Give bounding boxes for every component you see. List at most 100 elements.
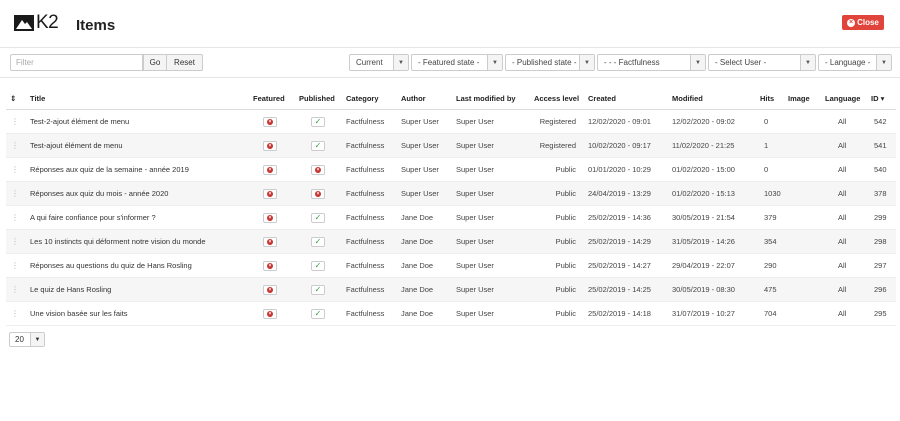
- item-access-level: Public: [555, 213, 576, 222]
- item-modified: 31/05/2019 - 14:26: [672, 237, 735, 246]
- published-toggle[interactable]: ✓: [311, 308, 325, 319]
- featured-toggle[interactable]: ×: [263, 236, 277, 247]
- featured-toggle[interactable]: ×: [263, 140, 277, 151]
- published-toggle[interactable]: ✓: [311, 116, 325, 127]
- item-last-modified-by: Super User: [456, 189, 494, 198]
- column-hits[interactable]: Hits: [760, 88, 774, 109]
- item-category: Factfulness: [346, 237, 385, 246]
- state-select[interactable]: Current ▼: [349, 54, 409, 71]
- item-access-level: Public: [555, 285, 576, 294]
- item-title[interactable]: Le quiz de Hans Rosling: [30, 278, 111, 301]
- drag-handle-icon[interactable]: ⋮: [11, 134, 19, 157]
- category-select-value: - - - Factfulness: [604, 58, 660, 67]
- item-language: All: [838, 261, 847, 270]
- published-state-select[interactable]: - Published state - ▼: [505, 54, 595, 71]
- item-title[interactable]: Les 10 instincts qui déforment notre vis…: [30, 230, 206, 253]
- filter-toolbar: Go Reset Current ▼ - Featured state - ▼ …: [0, 50, 900, 78]
- drag-handle-icon[interactable]: ⋮: [11, 230, 19, 253]
- item-modified: 01/02/2020 - 15:00: [672, 165, 735, 174]
- column-featured[interactable]: Featured: [253, 88, 285, 109]
- column-image[interactable]: Image: [788, 88, 810, 109]
- user-select[interactable]: - Select User - ▼: [708, 54, 816, 71]
- item-title[interactable]: A qui faire confiance pour s'informer ?: [30, 206, 156, 229]
- featured-toggle[interactable]: ×: [263, 116, 277, 127]
- column-modified[interactable]: Modified: [672, 88, 703, 109]
- column-title[interactable]: Title: [30, 88, 45, 109]
- item-author: Jane Doe: [401, 237, 434, 246]
- item-language: All: [838, 141, 847, 150]
- column-id[interactable]: ID ▾: [871, 88, 884, 109]
- check-icon: ✓: [314, 212, 322, 222]
- item-access-level: Registered: [539, 141, 576, 150]
- featured-state-select[interactable]: - Featured state - ▼: [411, 54, 503, 71]
- published-toggle[interactable]: ✓: [311, 236, 325, 247]
- item-title[interactable]: Test-2-ajout élément de menu: [30, 110, 129, 133]
- item-id: 295: [874, 309, 887, 318]
- item-access-level: Public: [555, 189, 576, 198]
- featured-toggle[interactable]: ×: [263, 188, 277, 199]
- go-button[interactable]: Go: [143, 54, 167, 71]
- table-row: ⋮ A qui faire confiance pour s'informer ?…: [6, 206, 896, 230]
- featured-toggle[interactable]: ×: [263, 308, 277, 319]
- category-select[interactable]: - - - Factfulness ▼: [597, 54, 706, 71]
- check-icon: ✓: [314, 236, 322, 246]
- item-language: All: [838, 117, 847, 126]
- close-icon: ×: [847, 18, 856, 27]
- item-category: Factfulness: [346, 141, 385, 150]
- column-language[interactable]: Language: [825, 88, 860, 109]
- item-access-level: Public: [555, 165, 576, 174]
- cross-circle-icon: ×: [315, 166, 321, 173]
- published-toggle[interactable]: ×: [311, 188, 325, 199]
- featured-toggle[interactable]: ×: [263, 212, 277, 223]
- state-select-value: Current: [356, 58, 383, 67]
- drag-handle-icon[interactable]: ⋮: [11, 158, 19, 181]
- drag-handle-icon[interactable]: ⋮: [11, 302, 19, 325]
- ordering-sort-icon[interactable]: ⇕: [10, 88, 16, 109]
- drag-handle-icon[interactable]: ⋮: [11, 110, 19, 133]
- item-category: Factfulness: [346, 261, 385, 270]
- drag-handle-icon[interactable]: ⋮: [11, 254, 19, 277]
- item-last-modified-by: Super User: [456, 141, 494, 150]
- cross-circle-icon: ×: [267, 214, 273, 221]
- drag-handle-icon[interactable]: ⋮: [11, 182, 19, 205]
- list-limit-select[interactable]: 20 ▼: [9, 332, 45, 347]
- item-title[interactable]: Réponses aux quiz de la semaine - année …: [30, 158, 189, 181]
- column-last-modified-by[interactable]: Last modified by: [456, 88, 516, 109]
- column-created[interactable]: Created: [588, 88, 616, 109]
- item-title[interactable]: Réponses aux quiz du mois - année 2020: [30, 182, 168, 205]
- column-published[interactable]: Published: [299, 88, 335, 109]
- item-author: Jane Doe: [401, 309, 434, 318]
- published-toggle[interactable]: ×: [311, 164, 325, 175]
- published-toggle[interactable]: ✓: [311, 260, 325, 271]
- featured-toggle[interactable]: ×: [263, 260, 277, 271]
- published-toggle[interactable]: ✓: [311, 212, 325, 223]
- item-last-modified-by: Super User: [456, 309, 494, 318]
- logo-text: K2: [36, 12, 59, 33]
- column-access-level[interactable]: Access level: [534, 88, 579, 109]
- item-last-modified-by: Super User: [456, 213, 494, 222]
- published-toggle[interactable]: ✓: [311, 140, 325, 151]
- table-header: ⇕ Title Featured Published Category Auth…: [6, 88, 896, 110]
- chevron-down-icon: ▼: [690, 55, 705, 70]
- featured-toggle[interactable]: ×: [263, 284, 277, 295]
- chevron-down-icon: ▼: [579, 55, 594, 70]
- drag-handle-icon[interactable]: ⋮: [11, 206, 19, 229]
- published-toggle[interactable]: ✓: [311, 284, 325, 295]
- cross-circle-icon: ×: [267, 142, 273, 149]
- cross-circle-icon: ×: [267, 166, 273, 173]
- chevron-down-icon: ▼: [30, 333, 44, 346]
- item-title[interactable]: Réponses au questions du quiz de Hans Ro…: [30, 254, 192, 277]
- reset-button[interactable]: Reset: [166, 54, 203, 71]
- item-language: All: [838, 237, 847, 246]
- column-author[interactable]: Author: [401, 88, 426, 109]
- language-select[interactable]: - Language - ▼: [818, 54, 892, 71]
- item-access-level: Public: [555, 309, 576, 318]
- item-title[interactable]: Une vision basée sur les faits: [30, 302, 128, 325]
- item-title[interactable]: Test-ajout élément de menu: [30, 134, 123, 157]
- filter-input[interactable]: [10, 54, 143, 71]
- featured-toggle[interactable]: ×: [263, 164, 277, 175]
- item-author: Jane Doe: [401, 285, 434, 294]
- close-button[interactable]: × Close: [842, 15, 884, 30]
- drag-handle-icon[interactable]: ⋮: [11, 278, 19, 301]
- column-category[interactable]: Category: [346, 88, 379, 109]
